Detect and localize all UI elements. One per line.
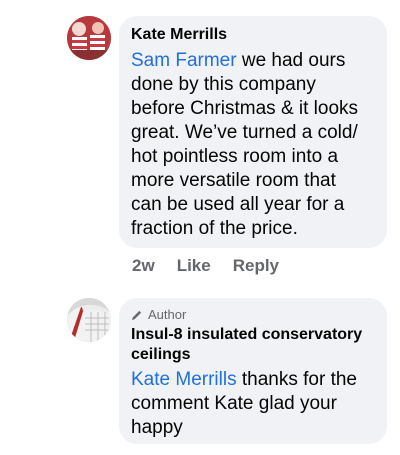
comment-actions: 2w Like Reply bbox=[132, 256, 279, 276]
reply-button[interactable]: Reply bbox=[233, 256, 279, 276]
pencil-icon bbox=[131, 310, 142, 320]
mention-link[interactable]: Kate Merrills bbox=[131, 369, 237, 390]
avatar[interactable] bbox=[67, 298, 111, 342]
comment-bubble: Author Insul-8 insulated conservatory ce… bbox=[119, 298, 387, 444]
comment-text: Sam Farmer we had ours done by this comp… bbox=[131, 49, 371, 241]
mention-link[interactable]: Sam Farmer bbox=[131, 50, 237, 71]
author-badge-label: Author bbox=[148, 307, 187, 322]
comment-text: Kate Merrills thanks for the comment Kat… bbox=[131, 368, 371, 440]
like-button[interactable]: Like bbox=[177, 256, 211, 276]
author-badge: Author bbox=[131, 307, 375, 323]
comment-author-name[interactable]: Kate Merrills bbox=[131, 25, 375, 45]
comment-body: we had ours done by this company before … bbox=[131, 50, 359, 239]
avatar[interactable] bbox=[67, 16, 111, 60]
comment-author-name[interactable]: Insul-8 insulated conservatory ceilings bbox=[131, 325, 371, 365]
avatar-image bbox=[67, 16, 111, 60]
comment-bubble: Kate Merrills Sam Farmer we had ours don… bbox=[119, 16, 387, 248]
comment-age: 2w bbox=[132, 256, 155, 275]
avatar-image bbox=[67, 298, 111, 342]
